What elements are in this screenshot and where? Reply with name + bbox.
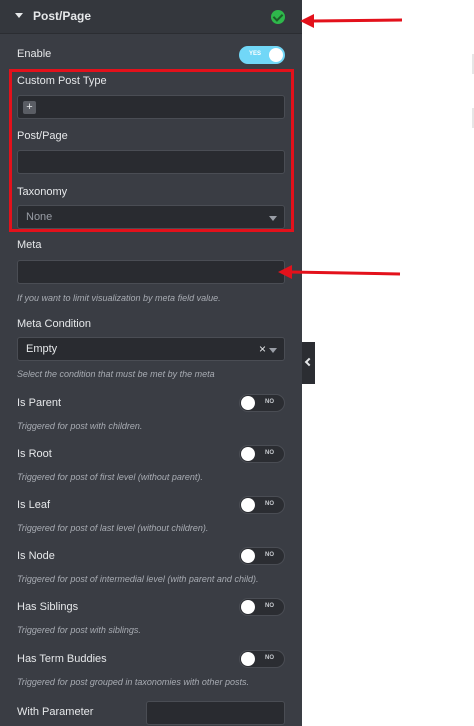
has-term-buddies-help: Triggered for post grouped in taxonomies…: [17, 677, 249, 687]
is-parent-label: Is Parent: [17, 397, 62, 409]
enable-toggle-text: YES: [249, 51, 262, 57]
add-icon[interactable]: +: [23, 101, 36, 114]
chevron-down-icon: [269, 348, 277, 353]
is-node-state: NO: [265, 552, 274, 558]
is-node-label: Is Node: [17, 550, 55, 562]
arrow-shaft: [289, 270, 401, 276]
section-header-post-page[interactable]: Post/Page: [0, 0, 302, 34]
toggle-knob: [241, 396, 255, 410]
is-leaf-label: Is Leaf: [17, 499, 51, 511]
is-root-state: NO: [265, 450, 274, 456]
has-term-buddies-label: Has Term Buddies: [17, 653, 107, 665]
toggle-knob: [241, 652, 255, 666]
toggle-knob: [241, 498, 255, 512]
is-leaf-help: Triggered for post of last level (withou…: [17, 523, 209, 533]
toggle-knob: [241, 549, 255, 563]
annotation-arrow-top: [300, 14, 403, 28]
meta-label: Meta: [17, 239, 42, 251]
taxonomy-label: Taxonomy: [17, 186, 68, 198]
is-leaf-toggle[interactable]: NO: [239, 496, 285, 514]
collapse-panel-handle[interactable]: [302, 342, 315, 384]
meta-help: If you want to limit visualization by me…: [17, 293, 221, 303]
meta-condition-help: Select the condition that must be met by…: [17, 369, 215, 379]
clear-icon[interactable]: ×: [259, 342, 266, 356]
is-parent-toggle[interactable]: NO: [239, 394, 285, 412]
taxonomy-select[interactable]: None: [17, 205, 285, 229]
caret-down-icon[interactable]: [15, 13, 23, 18]
check-circle-icon: [271, 10, 285, 24]
taxonomy-value: None: [26, 211, 53, 223]
is-root-help: Triggered for post of first level (witho…: [17, 472, 203, 482]
is-parent-help: Triggered for post with children.: [17, 421, 143, 431]
has-siblings-label: Has Siblings: [17, 601, 79, 613]
has-siblings-help: Triggered for post with siblings.: [17, 625, 141, 635]
section-title: Post/Page: [33, 9, 92, 23]
chevron-down-icon: [269, 216, 277, 221]
post-page-input[interactable]: [17, 150, 285, 174]
is-parent-state: NO: [265, 399, 274, 405]
has-term-buddies-toggle[interactable]: NO: [239, 650, 285, 668]
toggle-knob: [269, 48, 283, 62]
meta-input[interactable]: [17, 260, 285, 284]
with-parameter-input[interactable]: [146, 701, 285, 725]
enable-label: Enable: [17, 48, 52, 60]
toggle-knob: [241, 447, 255, 461]
meta-condition-value: Empty: [26, 343, 58, 355]
chevron-left-icon: [304, 357, 314, 367]
has-siblings-state: NO: [265, 603, 274, 609]
meta-condition-label: Meta Condition: [17, 318, 91, 330]
settings-panel: Post/Page Enable YES Custom Post Type + …: [0, 0, 302, 726]
enable-toggle[interactable]: YES: [239, 46, 285, 64]
toggle-knob: [241, 600, 255, 614]
custom-post-type-label: Custom Post Type: [17, 75, 107, 87]
is-root-toggle[interactable]: NO: [239, 445, 285, 463]
arrow-head: [278, 265, 292, 279]
arrow-head: [300, 14, 314, 28]
is-root-label: Is Root: [17, 448, 52, 460]
custom-post-type-select[interactable]: +: [17, 95, 285, 119]
has-siblings-toggle[interactable]: NO: [239, 598, 285, 616]
has-term-buddies-state: NO: [265, 655, 274, 661]
with-parameter-label: With Parameter: [17, 706, 94, 718]
is-node-help: Triggered for post of intermedial level …: [17, 574, 259, 584]
is-leaf-state: NO: [265, 501, 274, 507]
arrow-shaft: [311, 18, 403, 23]
annotation-arrow-meta: [278, 265, 401, 279]
is-node-toggle[interactable]: NO: [239, 547, 285, 565]
meta-condition-select[interactable]: Empty ×: [17, 337, 285, 361]
post-page-label: Post/Page: [17, 130, 68, 142]
